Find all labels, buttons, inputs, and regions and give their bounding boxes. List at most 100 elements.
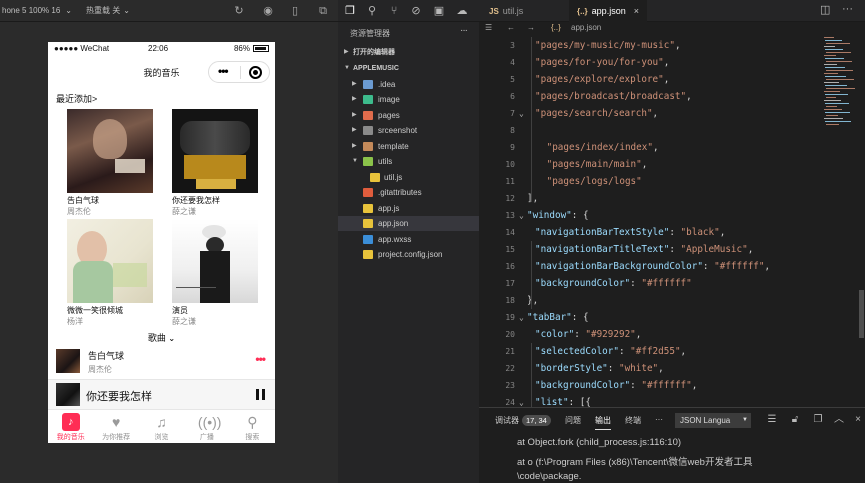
output-channel-select[interactable]: JSON Langua ▼ — [675, 413, 751, 428]
tab-debugger[interactable]: 调试器 17, 34 — [495, 415, 551, 426]
breadcrumb[interactable]: app.json — [571, 23, 601, 32]
open-editors-section[interactable]: ▶ 打开的编辑器 — [338, 45, 479, 60]
album-cover-2[interactable] — [172, 109, 258, 193]
tree-item-app-json[interactable]: app.json — [338, 216, 479, 231]
tab-browse[interactable]: ♫ 浏览 — [139, 410, 184, 443]
device-selector[interactable]: hone 5 100% 16 — [0, 6, 60, 15]
tab-search[interactable]: ⚲ 搜索 — [230, 410, 275, 443]
tree-item-image[interactable]: ▶ image — [338, 92, 479, 107]
songs-header[interactable]: 歌曲 ⌄ — [48, 331, 275, 344]
code-line[interactable]: 16 "navigationBarBackgroundColor": "#ffff… — [479, 258, 865, 275]
window-icon[interactable]: ⧉ — [316, 4, 330, 18]
code-editor[interactable]: 3 "pages/my-music/my-music", 4 "pages/for-y… — [479, 37, 865, 407]
album-card[interactable]: 告白气球 周杰伦 — [67, 109, 153, 217]
more-dots-icon[interactable]: ··· — [655, 415, 663, 424]
source-control-icon[interactable]: ⑂ — [386, 3, 402, 19]
tree-item-gitattributes[interactable]: .gitattributes — [338, 185, 479, 200]
tab-my-music[interactable]: ♪ 我的音乐 — [48, 410, 93, 443]
debug-icon[interactable]: ⊘ — [408, 3, 424, 19]
code-line[interactable]: 24 ⌄ "list": [{ — [479, 394, 865, 407]
extensions-icon[interactable]: ▣ — [431, 3, 447, 19]
tree-item-app-js[interactable]: app.js — [338, 201, 479, 216]
more-dots-icon[interactable]: ··· — [460, 25, 468, 36]
search-icon[interactable]: ⚲ — [364, 3, 380, 19]
album-card[interactable]: 你还要我怎样 薛之谦 — [172, 109, 258, 217]
more-dots-icon[interactable]: ··· — [842, 3, 853, 15]
tab-output[interactable]: 输出 — [595, 415, 611, 430]
close-icon[interactable]: × — [634, 6, 639, 16]
recently-added-title[interactable]: 最近添加> — [56, 92, 97, 105]
tab-util-js[interactable]: JS util.js — [489, 0, 523, 22]
code-line[interactable]: 19 ⌄ "tabBar": { — [479, 309, 865, 326]
fold-chevron-icon[interactable]: ⌄ — [519, 394, 524, 407]
back-arrow-icon[interactable]: ← — [507, 23, 515, 32]
tab-broadcast[interactable]: ((•)) 广播 — [184, 410, 229, 443]
code-line[interactable]: 14 "navigationBarTextStyle": "black", — [479, 224, 865, 241]
tree-item-pages[interactable]: ▶ pages — [338, 108, 479, 123]
clear-output-icon[interactable]: ☰ — [765, 413, 779, 427]
phone-icon[interactable]: ▯ — [288, 4, 302, 18]
minimap[interactable] — [822, 37, 856, 137]
fold-chevron-icon[interactable]: ⌄ — [519, 207, 524, 224]
tree-item-utils[interactable]: ▼ utils — [338, 154, 479, 169]
tree-item-util-js[interactable]: util.js — [338, 170, 479, 185]
lock-icon[interactable]: 🔓︎ — [788, 413, 802, 427]
album-cover-1[interactable] — [67, 109, 153, 193]
cloud-icon[interactable]: ☁ — [454, 3, 470, 19]
album-cover-3[interactable] — [67, 219, 153, 303]
tree-item-app-wxss[interactable]: app.wxss — [338, 232, 479, 247]
song-row[interactable]: 告白气球 周杰伦 ••• — [48, 346, 275, 378]
fold-chevron-icon[interactable]: ⌄ — [519, 309, 524, 326]
code-line[interactable]: 18}, — [479, 292, 865, 309]
mini-player[interactable]: 你还要我怎样 — [48, 379, 275, 409]
stop-icon[interactable]: ◉ — [261, 4, 275, 18]
tab-problems[interactable]: 问题 — [565, 415, 581, 426]
code-line[interactable]: 10 "pages/main/main", — [479, 156, 865, 173]
project-section[interactable]: ▼ APPLEMUSIC — [338, 61, 479, 76]
code-line[interactable]: 9 "pages/index/index", — [479, 139, 865, 156]
tab-terminal[interactable]: 终端 — [625, 415, 641, 426]
tree-item-idea[interactable]: ▶ .idea — [338, 77, 479, 92]
album-card[interactable]: 微微一笑很倾城 杨洋 — [67, 219, 153, 327]
forward-arrow-icon[interactable]: → — [527, 23, 535, 32]
chevron-up-icon[interactable]: ︿ — [832, 413, 846, 427]
code-line[interactable]: 22 "borderStyle": "white", — [479, 360, 865, 377]
code-line[interactable]: 17 "backgroundColor": "#ffffff" — [479, 275, 865, 292]
device-dropdown-icon[interactable]: ⌄ — [63, 6, 72, 15]
close-icon[interactable]: × — [851, 413, 865, 427]
scrollbar-thumb[interactable] — [859, 290, 864, 338]
list-icon[interactable]: ☰ — [485, 23, 492, 32]
code-line[interactable]: 7 ⌄ "pages/search/search", — [479, 105, 865, 122]
code-line[interactable]: 12], — [479, 190, 865, 207]
album-cover-4[interactable] — [172, 219, 258, 303]
hot-reload-dropdown-icon[interactable]: ⌄ — [123, 6, 130, 15]
code-line[interactable]: 13 ⌄ "window": { — [479, 207, 865, 224]
refresh-icon[interactable]: ↻ — [232, 4, 246, 18]
more-dots-icon[interactable]: ••• — [255, 352, 266, 366]
tab-for-you[interactable]: ♥ 为你推荐 — [93, 410, 138, 443]
code-line[interactable]: 3 "pages/my-music/my-music", — [479, 37, 865, 54]
split-editor-icon[interactable]: ◫ — [820, 3, 830, 16]
tree-item-srceenshot[interactable]: ▶ srceenshot — [338, 123, 479, 138]
code-line[interactable]: 5 "pages/explore/explore", — [479, 71, 865, 88]
code-line[interactable]: 8 — [479, 122, 865, 139]
close-circle-icon[interactable] — [249, 66, 262, 79]
tree-item-template[interactable]: ▶ template — [338, 139, 479, 154]
more-dots-icon[interactable]: ••• — [218, 64, 229, 78]
editor-scrollbar[interactable] — [858, 37, 865, 407]
album-card[interactable]: 演员 薛之谦 — [172, 219, 258, 327]
code-line[interactable]: 6 "pages/broadcast/broadcast", — [479, 88, 865, 105]
code-line[interactable]: 4 "pages/for-you/for-you", — [479, 54, 865, 71]
copy-icon[interactable]: ❐ — [811, 413, 825, 427]
hot-reload-toggle[interactable]: 热重载 关 — [86, 5, 120, 16]
fold-chevron-icon[interactable]: ⌄ — [519, 105, 524, 122]
code-line[interactable]: 20 "color": "#929292", — [479, 326, 865, 343]
code-line[interactable]: 21 "selectedColor": "#ff2d55", — [479, 343, 865, 360]
pause-icon[interactable] — [256, 389, 265, 400]
files-icon[interactable]: ❐ — [342, 3, 358, 19]
tree-item-project-config[interactable]: project.config.json — [338, 247, 479, 262]
code-line[interactable]: 15 "navigationBarTitleText": "AppleMusic"… — [479, 241, 865, 258]
code-line[interactable]: 23 "backgroundColor": "#ffffff", — [479, 377, 865, 394]
code-line[interactable]: 11 "pages/logs/logs" — [479, 173, 865, 190]
output-panel[interactable]: at Object.fork (child_process.js:116:10)… — [479, 433, 865, 483]
